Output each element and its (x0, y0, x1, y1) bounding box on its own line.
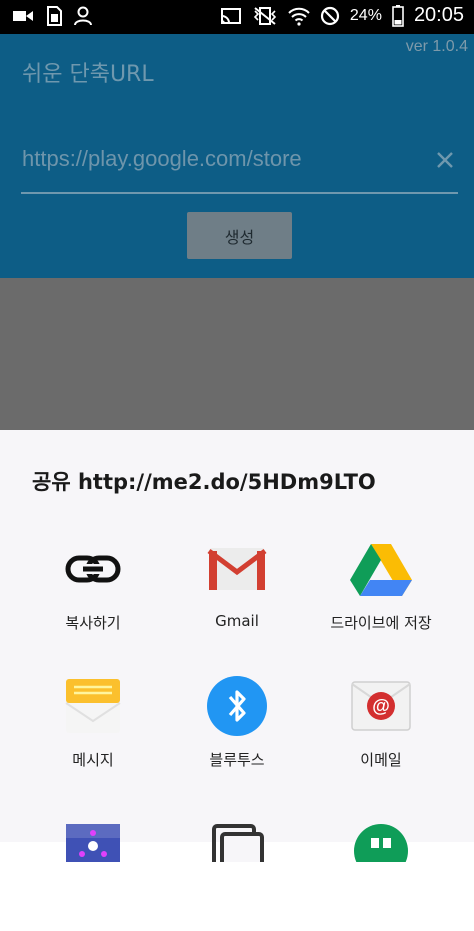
clear-icon[interactable] (432, 147, 458, 173)
clock: 20:05 (413, 4, 464, 26)
user-icon (74, 6, 92, 26)
url-input-underline (21, 192, 458, 194)
share-item-messages[interactable]: 메시지 (14, 675, 172, 795)
scrim[interactable] (0, 278, 474, 430)
share-title: 공유 http://me2.do/5HDm9LTO (32, 470, 376, 494)
share-item-drive[interactable]: 드라이브에 저장 (302, 538, 460, 658)
share-item-label: 메시지 (72, 751, 114, 769)
app-header: ver 1.0.4 쉬운 단축URL 생성 (0, 34, 474, 278)
url-input[interactable] (22, 144, 456, 174)
version-label: ver 1.0.4 (405, 38, 468, 55)
video-camera-icon (13, 11, 33, 21)
share-item-partial-3[interactable] (302, 811, 460, 931)
bluetooth-icon (206, 675, 268, 737)
share-item-label: 드라이브에 저장 (330, 614, 432, 632)
google-drive-icon (350, 538, 412, 600)
cast-icon (220, 7, 241, 24)
battery-percent: 24% (349, 6, 382, 24)
vibrate-mute-icon (253, 6, 277, 25)
share-item-gmail[interactable]: Gmail (158, 538, 316, 658)
do-not-disturb-icon (320, 6, 340, 25)
share-item-label: Gmail (215, 612, 259, 630)
app-title: 쉬운 단축URL (22, 62, 154, 87)
share-item-label: 복사하기 (65, 614, 121, 632)
link-icon (62, 538, 124, 600)
status-bar: 24% 20:05 (0, 0, 474, 34)
share-sheet: 공유 http://me2.do/5HDm9LTO 복사하기 Gmail 드라이… (0, 430, 474, 862)
gmail-icon (206, 538, 268, 600)
share-item-bluetooth[interactable]: 블루투스 (158, 675, 316, 795)
app-icon (62, 811, 124, 873)
generate-button[interactable]: 생성 (187, 212, 292, 259)
share-item-label: 블루투스 (209, 751, 265, 769)
hangouts-icon (350, 811, 412, 873)
battery-icon (392, 4, 404, 27)
share-item-label: 이메일 (360, 751, 402, 769)
copy-icon (206, 811, 268, 873)
email-icon: @ (350, 675, 412, 737)
share-item-partial-2[interactable] (158, 811, 316, 931)
wifi-icon (288, 7, 310, 26)
share-item-email[interactable]: @ 이메일 (302, 675, 460, 795)
messages-icon (62, 675, 124, 737)
svg-text:@: @ (372, 696, 390, 716)
share-item-partial-1[interactable] (14, 811, 172, 931)
sim-card-icon (47, 6, 62, 26)
share-item-copy[interactable]: 복사하기 (14, 538, 172, 658)
